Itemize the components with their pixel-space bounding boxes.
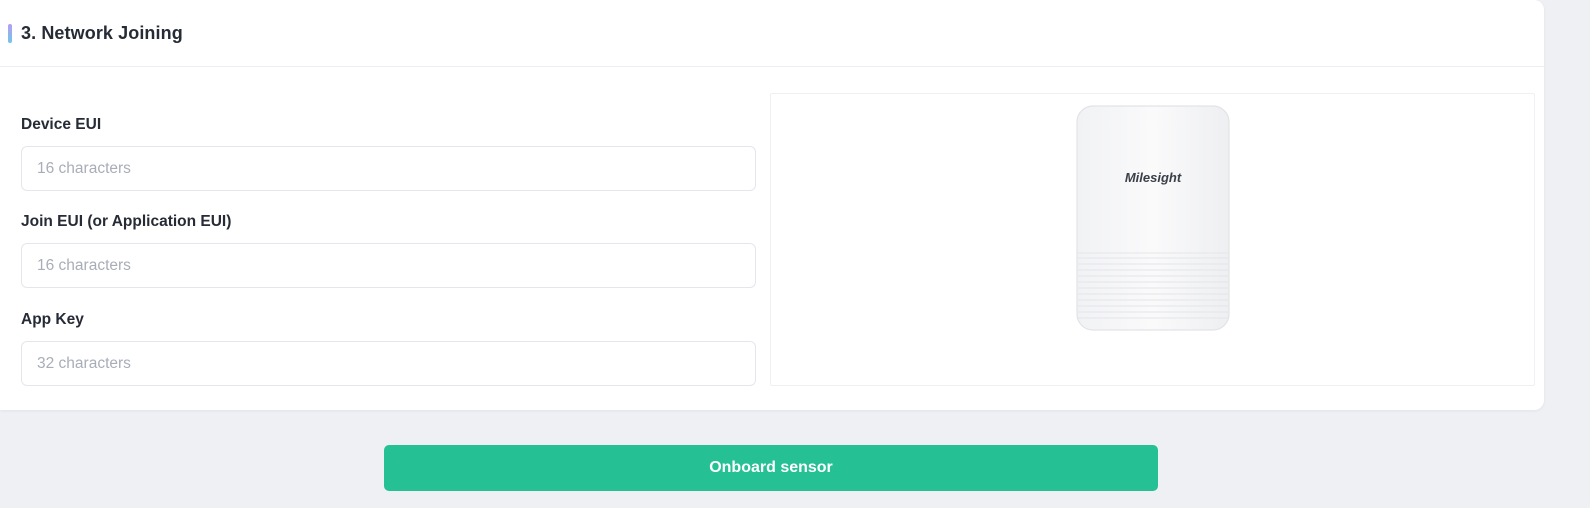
network-joining-card: 3. Network Joining Device EUI Join EUI (… <box>0 0 1544 410</box>
device-brand-logo: Milesight <box>1125 170 1182 185</box>
section-accent-bar <box>8 23 12 43</box>
sensor-device-image: Milesight <box>1076 105 1230 331</box>
device-image-panel: Milesight <box>770 93 1535 386</box>
card-header: 3. Network Joining <box>0 0 1544 67</box>
section-title: 3. Network Joining <box>21 22 183 43</box>
app-key-input[interactable] <box>21 341 756 386</box>
join-eui-label: Join EUI (or Application EUI) <box>21 213 232 230</box>
join-eui-input[interactable] <box>21 243 756 288</box>
onboard-sensor-button[interactable]: Onboard sensor <box>384 445 1158 491</box>
app-key-label: App Key <box>21 311 84 328</box>
device-eui-label: Device EUI <box>21 116 102 133</box>
device-eui-input[interactable] <box>21 146 756 191</box>
